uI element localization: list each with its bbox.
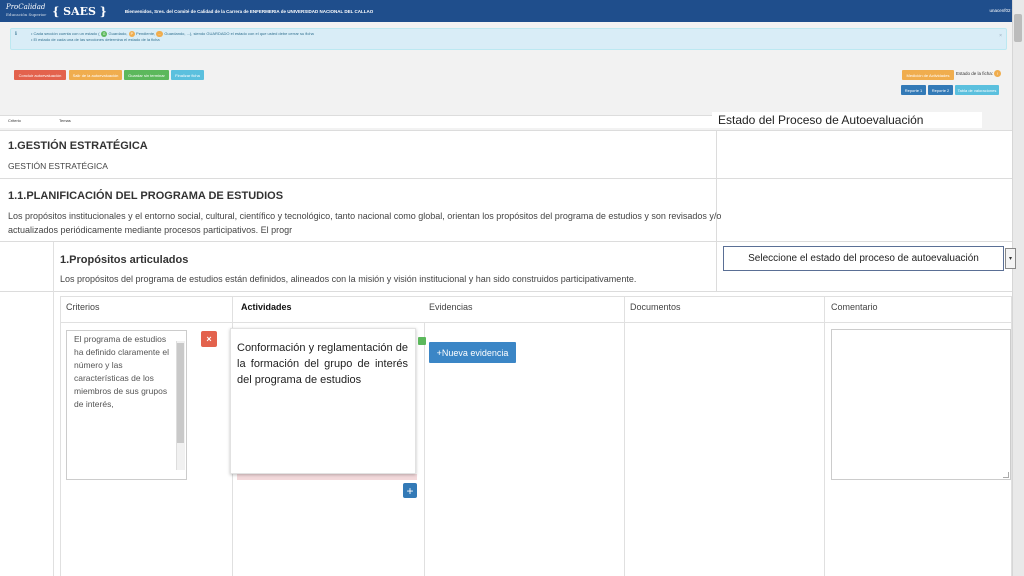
section-subtitle: GESTIÓN ESTRATÉGICA (8, 161, 108, 171)
user-menu[interactable]: unacenf02 ▾ (989, 8, 1014, 14)
top-navbar: ProCalidad Educación Superior { SAES } B… (0, 0, 1024, 22)
col-divider-3 (624, 296, 625, 576)
alert-text-d: Guardando, ...), siendo GUARDADO el esta… (164, 31, 314, 36)
temas-header: Temas (59, 118, 71, 123)
activity-status-icon (418, 337, 426, 345)
criteria-text: El programa de estudios ha definido clar… (74, 334, 169, 409)
standard-title: 1.Propósitos articulados (60, 254, 189, 266)
evidencias-column-header: Evidencias (429, 302, 473, 312)
welcome-message: Bienvenidos, Sres. del Comité de Calidad… (124, 8, 374, 14)
evaluation-state-select[interactable]: Seleccione el estado del proceso de auto… (723, 246, 1004, 271)
add-activity-button[interactable]: + (403, 483, 417, 498)
valuation-table-button[interactable]: Tabla de valoraciones (955, 85, 999, 95)
section-row-1 (0, 130, 1012, 179)
col-divider-0 (60, 296, 61, 576)
app-name: { SAES } (52, 4, 107, 18)
section-title: 1.GESTIÓN ESTRATÉGICA (8, 140, 148, 152)
state-panel-title: Estado del Proceso de Autoevaluación (712, 112, 982, 128)
report-2-button[interactable]: Reporte 2 (928, 85, 953, 95)
resize-grip-icon[interactable] (1003, 472, 1009, 478)
columns-top-border (60, 296, 1012, 297)
comentario-column-header: Comentario (831, 302, 878, 312)
criterio-header: Criterio (8, 118, 21, 123)
comment-textarea[interactable] (831, 329, 1011, 480)
finalize-sheet-button[interactable]: Finalizar ficha (171, 70, 204, 80)
criteria-table-header: Criterio Temas (0, 115, 716, 128)
conclude-evaluation-button[interactable]: Concluir autoevaluación (14, 70, 66, 80)
alert-text-a: Cada sección cuenta con un estado ( (33, 31, 100, 36)
save-without-finishing-button[interactable]: Guardar sin terminar (124, 70, 169, 80)
activity-strip (237, 474, 417, 480)
criterios-column-header: Criterios (66, 302, 100, 312)
info-alert: ℹ • Cada sección cuenta con un estado ( … (10, 28, 1007, 50)
logo-name: ProCalidad (6, 3, 46, 11)
exit-evaluation-button[interactable]: Salir de la autoevaluación (69, 70, 122, 80)
sheet-status-badge: ! (994, 70, 1002, 77)
alert-text-b: Guardado, (108, 31, 128, 36)
page-scrollbar-thumb[interactable] (1014, 14, 1022, 42)
activities-measurement-button[interactable]: Medición de Actividades (902, 70, 954, 80)
col-divider-4 (824, 296, 825, 576)
col-divider-5 (1011, 296, 1012, 576)
sheet-status-text: Estado de la ficha: (956, 71, 994, 76)
indent-divider (53, 242, 54, 576)
info-icon: ℹ (15, 31, 17, 37)
chevron-down-icon[interactable]: ▾ (1005, 248, 1016, 269)
procalidad-logo[interactable]: ProCalidad Educación Superior { SAES } (0, 0, 107, 22)
alert-text-c: Pendiente, (136, 31, 156, 36)
alert-line-2: • El estado de cada una de las secciones… (31, 37, 160, 42)
criteria-scrollbar-thumb[interactable] (177, 343, 184, 443)
actividades-column-header: Actividades (241, 302, 292, 312)
logo-subtext: Educación Superior (6, 12, 47, 17)
alert-text-2: El estado de cada una de las secciones d… (33, 37, 160, 42)
factor-desc-line-2: actualizados periódicamente mediante pro… (8, 225, 293, 235)
logo-text: ProCalidad Educación Superior (6, 3, 46, 19)
standard-description: Los propósitos del programa de estudios … (60, 274, 637, 284)
factor-title: 1.1.PLANIFICACIÓN DEL PROGRAMA DE ESTUDI… (8, 190, 284, 202)
delete-activity-button[interactable]: × (201, 331, 217, 347)
factor-desc-line-1: Los propósitos institucionales y el ento… (8, 211, 722, 221)
page-scrollbar[interactable] (1012, 0, 1024, 576)
close-alert-icon[interactable]: × (999, 33, 1002, 39)
sheet-status-label: Estado de la ficha: ! (956, 70, 1002, 77)
columns-header-border (60, 322, 1012, 323)
report-1-button[interactable]: Reporte 1 (901, 85, 926, 95)
activity-text: Conformación y reglamentación de la form… (237, 342, 408, 386)
documentos-column-header: Documentos (630, 302, 681, 312)
new-evidence-button[interactable]: +Nueva evidencia (429, 342, 516, 363)
